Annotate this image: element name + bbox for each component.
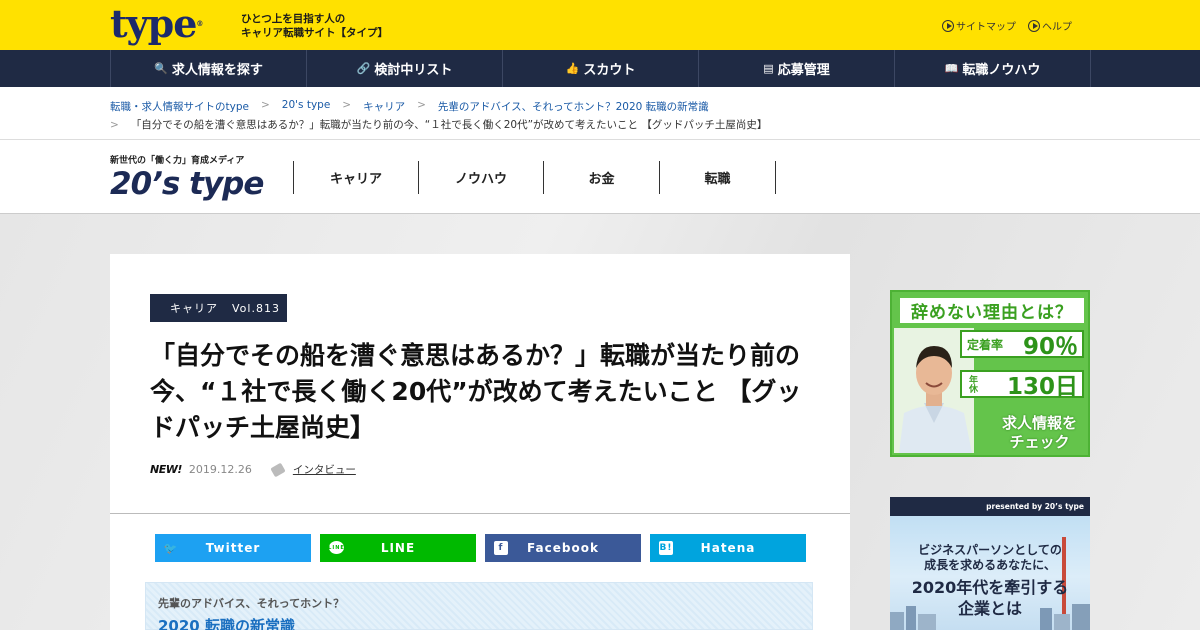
interview-tag-link[interactable]: インタビュー — [293, 462, 356, 477]
series-subtitle: 先輩のアドバイス、それってホント？ — [158, 597, 345, 610]
article-card: キャリア Vol.813 「自分でその船を漕ぐ意思はあるか？」転職が当たり前の今… — [110, 254, 850, 630]
line-icon: LINE — [328, 541, 344, 554]
site-subtitle: 新世代の「働く力」育成メディア — [110, 156, 245, 166]
nav-applications[interactable]: ▤ 応募管理 — [699, 50, 895, 87]
facebook-icon: f — [494, 541, 508, 555]
utility-links: サイトマップ ヘルプ — [942, 18, 1072, 33]
breadcrumb-current: > 「自分でその船を漕ぐ意思はあるか？」転職が当たり前の今、“１社で長く働く20代… — [110, 117, 767, 132]
ad2-lead: ビジネスパーソンとしての 成長を求めるあなたに、 — [890, 543, 1090, 573]
retention-rate-row: 定着率 90％ — [960, 330, 1084, 360]
ad2-line2: 成長を求めるあなたに、 — [924, 558, 1056, 572]
nav-label: 応募管理 — [777, 63, 830, 78]
ad2-line1: ビジネスパーソンとしての — [918, 543, 1062, 557]
top-header: type® ひとつ上を目指す人の キャリア転職サイト【タイプ】 サイトマップ ヘ… — [0, 0, 1200, 50]
sitemap-label: サイトマップ — [956, 22, 1016, 33]
category-money[interactable]: お金 — [544, 161, 660, 194]
nav-label: スカウト — [583, 63, 636, 78]
breadcrumb-separator: > — [110, 119, 119, 131]
site-tagline: ひとつ上を目指す人の キャリア転職サイト【タイプ】 — [241, 12, 388, 40]
nav-label: 検討中リスト — [374, 63, 453, 78]
share-buttons: 🐦 Twitter LINE LINE f Facebook B! Hatena — [155, 534, 806, 562]
article-category-tag[interactable]: キャリア Vol.813 — [150, 294, 287, 322]
facebook-share-button[interactable]: f Facebook — [485, 534, 641, 562]
thumbs-up-icon: 👍 — [565, 62, 580, 75]
logo-registered-mark: ® — [196, 19, 203, 28]
share-label: Facebook — [527, 541, 599, 555]
article-title: 「自分でその船を漕ぐ意思はあるか？」転職が当たり前の今、“１社で長く働く20代”… — [150, 341, 802, 442]
share-label: LINE — [380, 541, 416, 555]
holidays-label: 年休 — [967, 375, 977, 393]
breadcrumb-type-top[interactable]: 転職・求人情報サイトのtype — [110, 99, 249, 114]
help-label: ヘルプ — [1042, 22, 1072, 33]
city-skyline — [890, 604, 1090, 630]
divider — [110, 513, 850, 514]
category-nav: キャリア ノウハウ お金 転職 — [293, 161, 776, 194]
retention-value: 90％ — [1022, 334, 1078, 360]
recruit-banner-ad[interactable]: 辞めない理由とは？ 定着率 90％ 年休 130日 求人情報を チェック — [890, 290, 1090, 457]
category-knowhow[interactable]: ノウハウ — [419, 161, 544, 194]
breadcrumb-separator: > — [417, 99, 426, 111]
nav-job-search[interactable]: 🔍 求人情報を探す — [111, 50, 307, 87]
publish-date: 2019.12.26 — [188, 463, 252, 476]
play-circle-icon — [942, 19, 954, 32]
new-badge: NEW! — [150, 463, 182, 476]
annual-holidays-row: 年休 130日 — [960, 370, 1084, 400]
holidays-value: 130日 — [1006, 374, 1078, 400]
nav-label: 求人情報を探す — [171, 63, 263, 78]
breadcrumb-separator: > — [342, 99, 352, 111]
hatena-share-button[interactable]: B! Hatena — [650, 534, 806, 562]
breadcrumb-series[interactable]: 先輩のアドバイス、それってホント？2020 転職の新常識 — [438, 99, 709, 114]
ad-headline: 辞めない理由とは？ — [900, 298, 1084, 323]
book-icon: 📖 — [944, 62, 959, 75]
nav-knowhow[interactable]: 📖 転職ノウハウ — [895, 50, 1091, 87]
main-nav: 🔍 求人情報を探す 🔗 検討中リスト 👍 スカウト ▤ 応募管理 📖 転職ノウハウ — [0, 50, 1200, 87]
series-banner[interactable]: 先輩のアドバイス、それってホント？ 2020 転職の新常識 — [145, 582, 813, 630]
category-career[interactable]: キャリア — [294, 161, 419, 194]
tag-icon — [270, 462, 286, 477]
line-share-button[interactable]: LINE LINE — [320, 534, 476, 562]
20s-type-logo[interactable]: 20’s type — [110, 166, 264, 202]
category-label: キャリア — [170, 302, 218, 315]
site-header: 新世代の「働く力」育成メディア 20’s type キャリア ノウハウ お金 転… — [0, 140, 1200, 214]
twitter-bird-icon: 🐦 — [163, 541, 179, 555]
help-link[interactable]: ヘルプ — [1028, 18, 1072, 33]
play-circle-icon — [1028, 19, 1040, 32]
feature-banner-ad[interactable]: presented by 20’s type ビジネスパーソンとしての 成長を求… — [890, 497, 1090, 630]
breadcrumb: 転職・求人情報サイトのtype > 20's type > キャリア > 先輩の… — [0, 87, 1200, 140]
cta-line1: 求人情報を — [1001, 414, 1077, 432]
sitemap-link[interactable]: サイトマップ — [942, 18, 1016, 33]
cta-line2: チェック — [1009, 433, 1070, 451]
nav-consider-list[interactable]: 🔗 検討中リスト — [307, 50, 503, 87]
type-logo[interactable]: type® — [110, 1, 203, 46]
logo-text: type — [110, 1, 197, 46]
volume-label: Vol.813 — [232, 301, 280, 315]
series-title: 2020 転職の新常識 — [158, 617, 295, 630]
breadcrumb-separator: > — [260, 99, 270, 111]
hatena-icon: B! — [659, 541, 673, 555]
article-meta: NEW! 2019.12.26 インタビュー — [150, 462, 356, 477]
share-label: Hatena — [700, 541, 756, 555]
nav-label: 転職ノウハウ — [962, 63, 1041, 78]
ad-cta: 求人情報を チェック — [992, 414, 1087, 452]
share-label: Twitter — [205, 541, 261, 555]
tagline-line1: ひとつ上を目指す人の — [241, 13, 346, 25]
breadcrumb-20s-type[interactable]: 20's type — [282, 99, 331, 114]
search-icon: 🔍 — [154, 62, 168, 75]
tagline-line2: キャリア転職サイト【タイプ】 — [241, 27, 388, 39]
presented-by-label: presented by 20’s type — [890, 497, 1090, 516]
breadcrumb-current-label: 「自分でその船を漕ぐ意思はあるか？」転職が当たり前の今、“１社で長く働く20代”… — [130, 119, 768, 131]
list-box-icon: ▤ — [763, 62, 774, 75]
category-job-change[interactable]: 転職 — [660, 161, 776, 194]
retention-label: 定着率 — [967, 337, 1004, 352]
twitter-share-button[interactable]: 🐦 Twitter — [155, 534, 311, 562]
clip-icon: 🔗 — [356, 62, 371, 75]
ad2-line3: 2020年代を牽引する — [911, 578, 1069, 597]
nav-scout[interactable]: 👍 スカウト — [503, 50, 699, 87]
breadcrumb-career[interactable]: キャリア — [363, 99, 405, 114]
